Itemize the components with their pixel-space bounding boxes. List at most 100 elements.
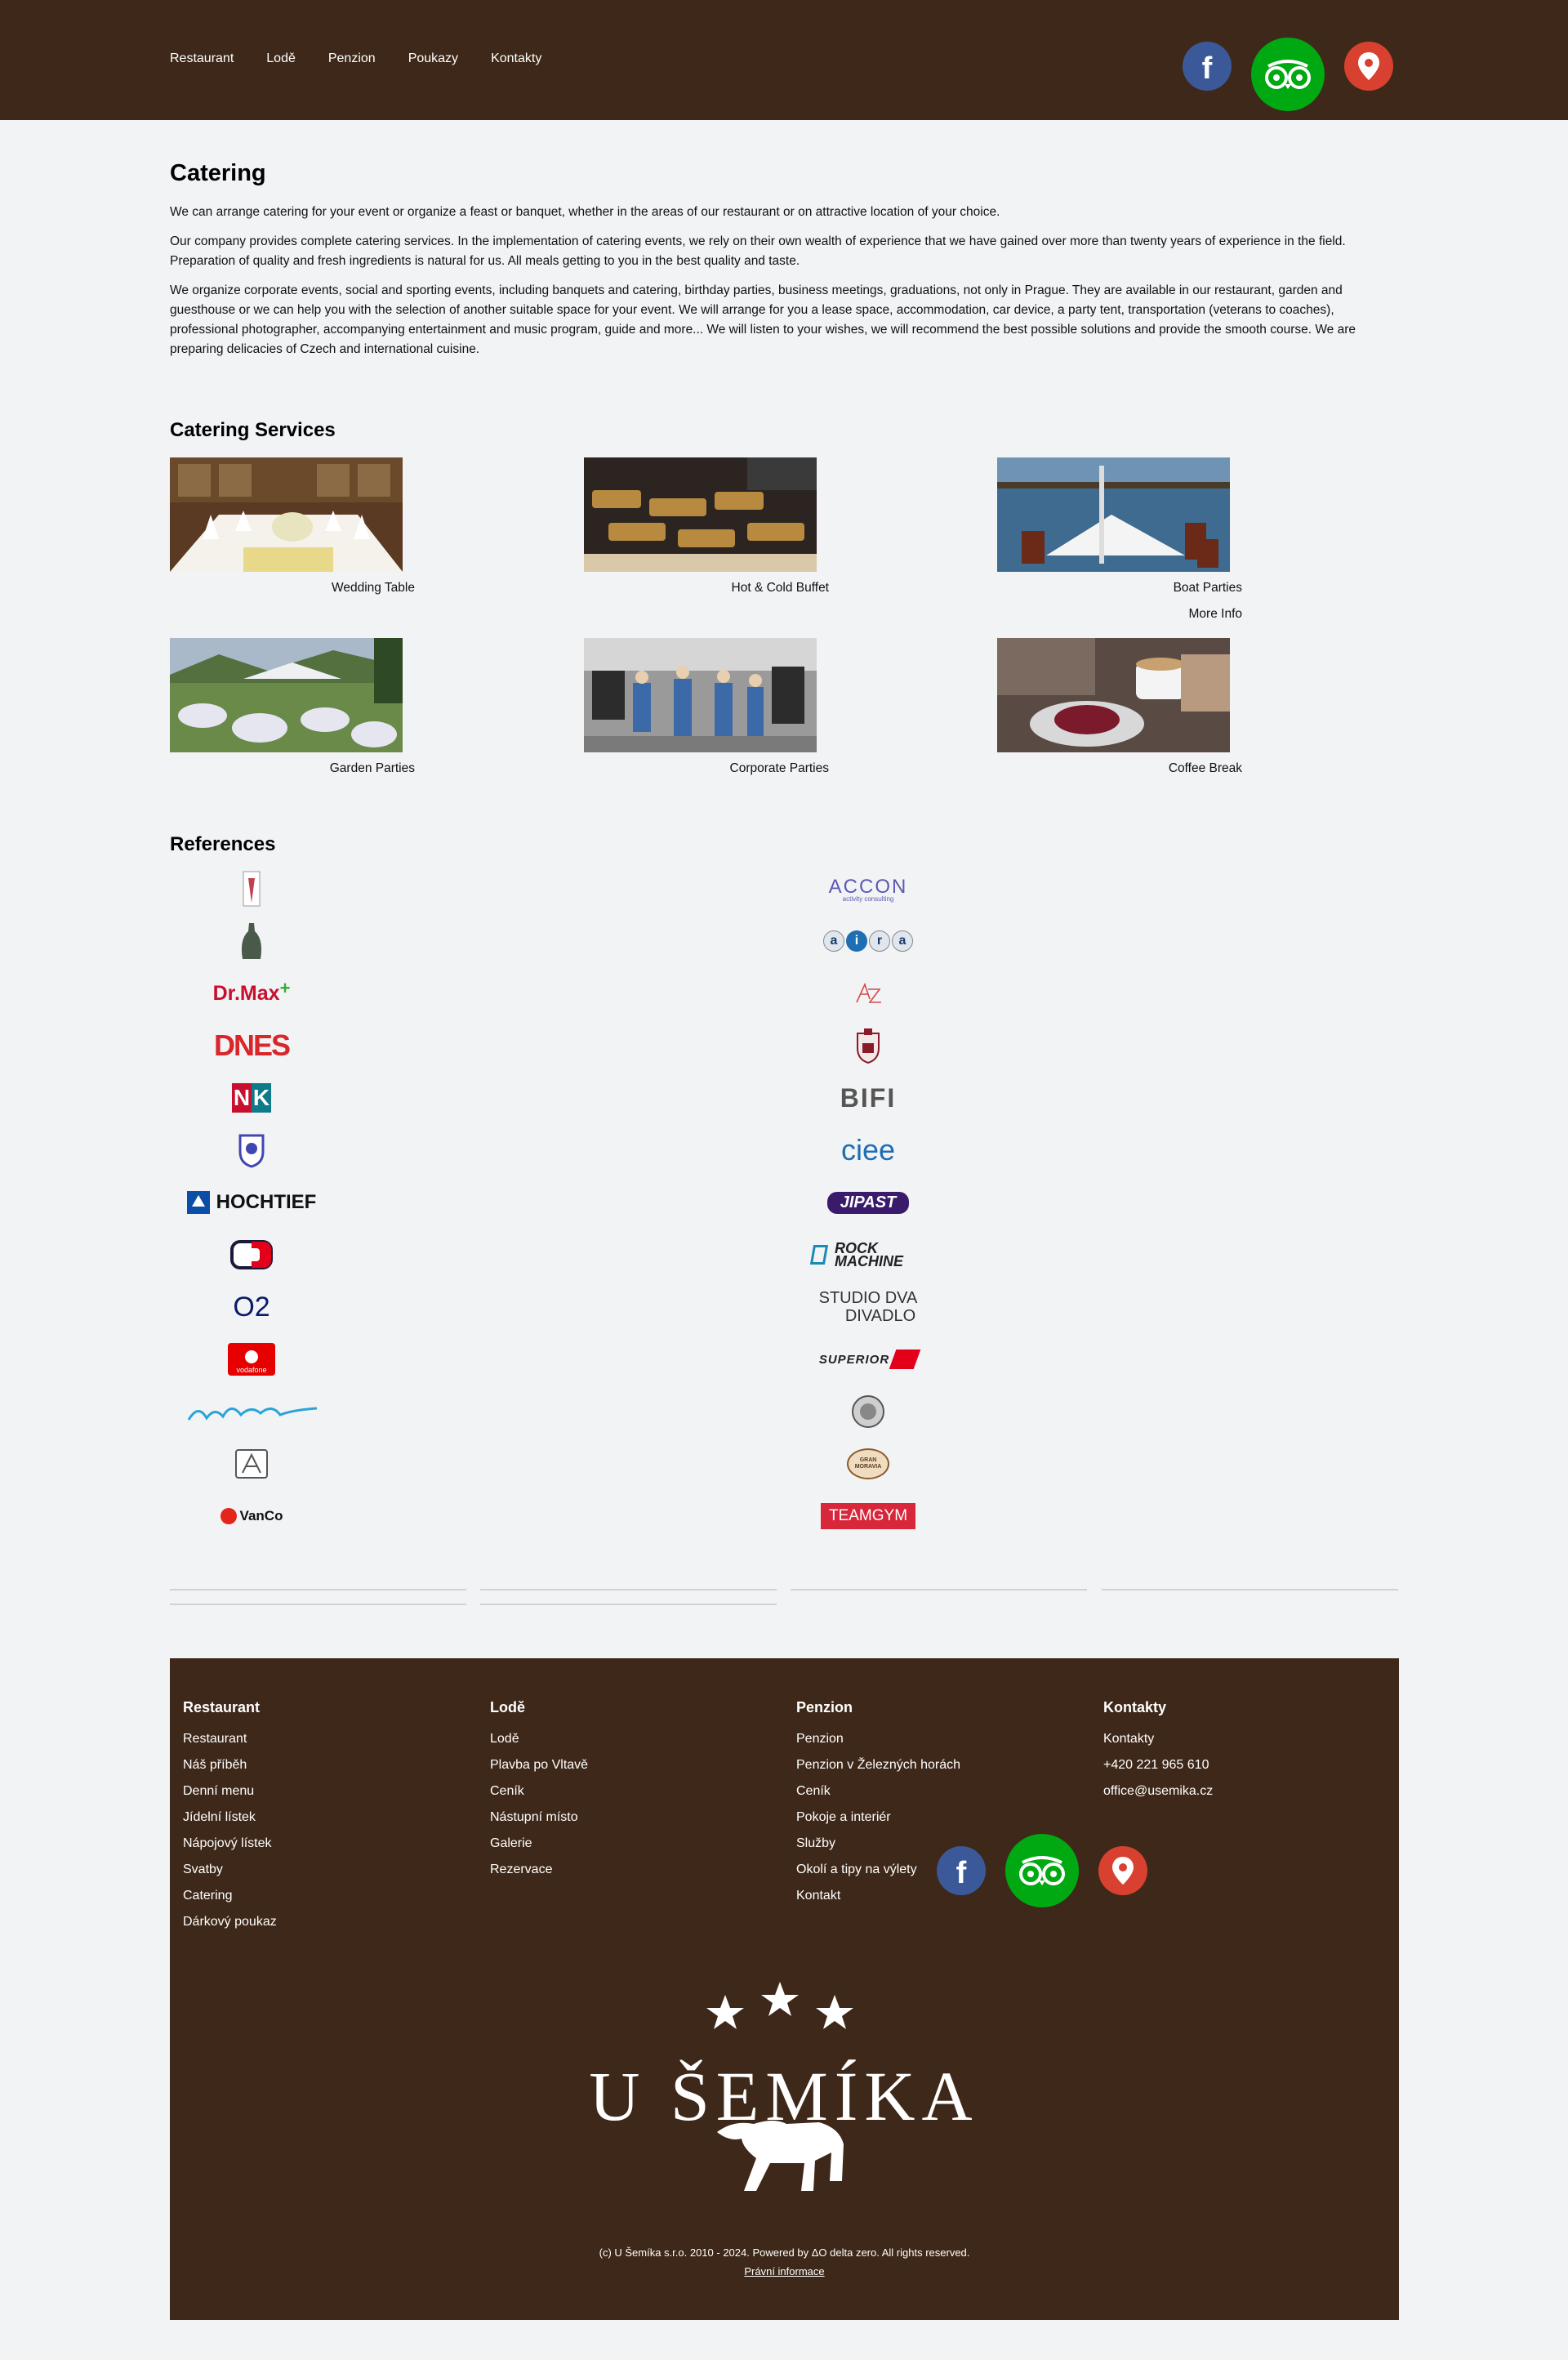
reference-logo-crest (786, 1023, 950, 1068)
footer-link[interactable]: Restaurant (183, 1731, 485, 1747)
footer-link[interactable]: Rezervace (490, 1862, 792, 1878)
service-card[interactable]: Coffee Break (997, 638, 1242, 775)
reference-logo-nk: NK NK (170, 1075, 333, 1121)
footer-col-title: Penzion (796, 1699, 853, 1715)
service-caption: Garden Parties (329, 761, 415, 775)
reference-logo-airia: a i r a airia (786, 918, 950, 964)
service-caption: Coffee Break (1168, 761, 1242, 775)
footer-link[interactable]: Nástupní místo (490, 1809, 792, 1826)
reference-logo-ct (170, 1232, 333, 1278)
reference-logo-rock-machine: ROCK MACHINE (786, 1232, 950, 1278)
intro-paragraph: We organize corporate events, social and… (170, 283, 1356, 356)
footer-email[interactable]: office@usemika.cz (1103, 1783, 1405, 1800)
reference-logo-hochtief: HOCHTIEF (170, 1180, 333, 1225)
coffee-break-photo (997, 638, 1230, 752)
footer-col-kontakty: Kontakty Kontakty +420 221 965 610 offic… (1103, 1699, 1405, 1809)
service-card[interactable]: Boat Parties More Info (997, 457, 1242, 621)
legal-link[interactable]: Právní informace (170, 2265, 1399, 2277)
services-heading: Catering Services (170, 419, 336, 441)
service-card[interactable]: Wedding Table (170, 457, 415, 595)
footer-col-title: Kontakty (1103, 1699, 1167, 1715)
wedding-table-photo (170, 457, 403, 572)
footer-link[interactable]: Catering (183, 1888, 485, 1904)
reference-logo-bottle (170, 918, 333, 964)
reference-logo-architect (170, 1441, 333, 1487)
footer-social-links: f (937, 1834, 1147, 1907)
footer-link[interactable]: Plavba po Vltavě (490, 1757, 792, 1773)
divider (170, 1604, 466, 1605)
divider (791, 1589, 1087, 1590)
service-caption: Wedding Table (332, 581, 415, 595)
page-title: Catering (170, 160, 266, 186)
nav-kontakty[interactable]: Kontakty (491, 51, 541, 66)
service-caption: Hot & Cold Buffet (731, 581, 829, 595)
footer-link[interactable]: Penzion v Železných horách (796, 1757, 1098, 1773)
service-caption: Corporate Parties (729, 761, 829, 775)
service-card[interactable]: Hot & Cold Buffet (584, 457, 829, 595)
nav-penzion[interactable]: Penzion (328, 51, 376, 66)
footer-link[interactable]: Jídelní lístek (183, 1809, 485, 1826)
tripadvisor-icon[interactable] (1005, 1834, 1079, 1907)
service-card[interactable]: Corporate Parties (584, 638, 829, 775)
tripadvisor-owl-glyph (1265, 60, 1311, 89)
reference-logo-accon: ACCON activity consulting (828, 875, 908, 903)
footer-link[interactable]: Penzion (796, 1731, 1098, 1747)
service-card[interactable]: Garden Parties (170, 638, 415, 775)
intro-text: We can arrange catering for your event o… (170, 203, 1399, 369)
footer-link[interactable]: Dárkový poukaz (183, 1914, 485, 1930)
footer-link[interactable]: Ceník (796, 1783, 1098, 1800)
footer-link[interactable]: Svatby (183, 1862, 485, 1878)
boat-party-photo (997, 457, 1230, 572)
divider (480, 1589, 777, 1590)
intro-paragraph: Our company provides complete catering s… (170, 234, 1346, 268)
service-caption: Boat Parties (1173, 581, 1242, 595)
nav-lode[interactable]: Lodě (266, 51, 296, 66)
footer-link[interactable]: Kontakty (1103, 1731, 1405, 1747)
header-social-links: f (1183, 21, 1393, 111)
divider (1102, 1589, 1398, 1590)
facebook-icon[interactable]: f (1183, 42, 1232, 91)
nav-restaurant[interactable]: Restaurant (170, 51, 234, 66)
map-pin-icon[interactable] (1344, 42, 1393, 91)
reference-logo-superior: SUPERIOR (786, 1336, 950, 1382)
reference-logo-jipast: JIPAST (786, 1180, 950, 1225)
garden-party-photo (170, 638, 403, 752)
buffet-photo (584, 457, 817, 572)
reference-logo-signature (170, 1389, 333, 1434)
tripadvisor-owl-glyph (1019, 1856, 1065, 1885)
footer-link[interactable]: Ceník (490, 1783, 792, 1800)
facebook-icon[interactable]: f (937, 1846, 986, 1895)
footer-col-lode: Lodě Lodě Plavba po Vltavě Ceník Nástupn… (490, 1699, 792, 1888)
more-info-link[interactable]: More Info (997, 607, 1242, 622)
tripadvisor-icon[interactable] (1251, 38, 1325, 111)
divider (480, 1604, 777, 1605)
footer-link[interactable]: Pokoje a interiér (796, 1809, 1098, 1826)
footer-col-title: Lodě (490, 1699, 525, 1715)
reference-logo-bifi: BIFI (840, 1082, 897, 1113)
footer-link[interactable]: Lodě (490, 1731, 792, 1747)
reference-logo-vodafone: vodafone (170, 1336, 333, 1382)
nav-poukazy[interactable]: Poukazy (408, 51, 458, 66)
reference-logo-o2: O2 (233, 1291, 270, 1323)
references-heading: References (170, 833, 276, 855)
reference-logo-az (786, 970, 950, 1016)
divider (170, 1589, 466, 1590)
reference-logo-dnes: DNES (213, 1028, 291, 1062)
intro-paragraph: We can arrange catering for your event o… (170, 205, 1000, 219)
footer-link[interactable]: Galerie (490, 1836, 792, 1852)
references-logos: Dr.Max+ DNES NK NK HOCHTIEF O2 vodafone … (170, 866, 1411, 1544)
map-pin-icon[interactable] (1098, 1846, 1147, 1895)
map-pin-glyph (1112, 1857, 1134, 1885)
reference-logo-shield (170, 1127, 333, 1173)
main-nav: Restaurant Lodě Penzion Poukazy Kontakty (170, 51, 541, 66)
reference-logo-gran-moravia: GRAN MORAVIA (786, 1441, 950, 1487)
footer-col-restaurant: Restaurant Restaurant Náš příběh Denní m… (183, 1699, 485, 1940)
footer-link[interactable]: Náš příběh (183, 1757, 485, 1773)
reference-logo-drmax: Dr.Max + (212, 978, 291, 1005)
footer-link[interactable]: Nápojový lístek (183, 1836, 485, 1852)
footer-col-title: Restaurant (183, 1699, 261, 1715)
reference-logo-seal (786, 1389, 950, 1434)
reference-logo-vanco: VanCo (170, 1493, 333, 1539)
footer-phone[interactable]: +420 221 965 610 (1103, 1757, 1405, 1773)
footer-link[interactable]: Denní menu (183, 1783, 485, 1800)
